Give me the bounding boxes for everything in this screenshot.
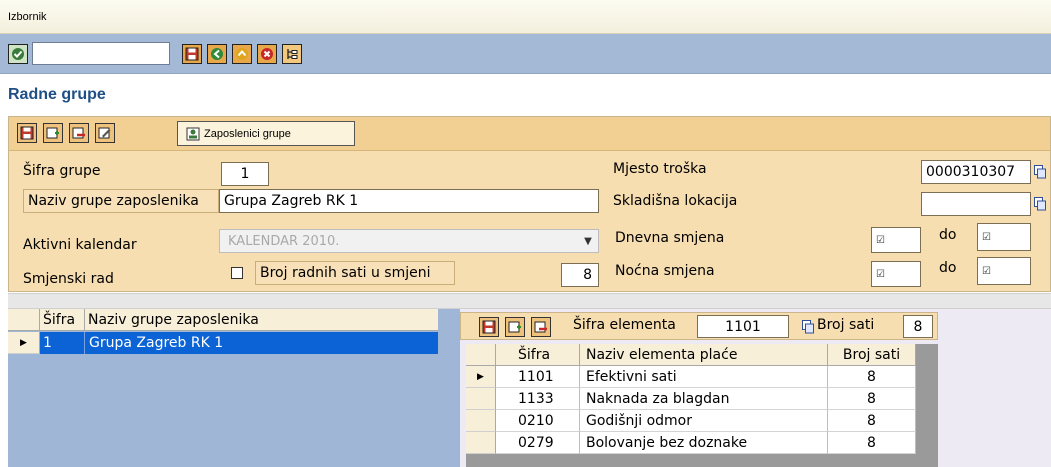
aktivni-kalendar-label: Aktivni kalendar xyxy=(23,237,137,253)
do-label: do xyxy=(939,260,957,276)
table-row[interactable]: 0279 Bolovanje bez doznake 8 xyxy=(466,432,916,454)
page-title: Radne grupe xyxy=(8,86,106,103)
delete-record-icon[interactable] xyxy=(69,123,89,143)
cell-broj-sati[interactable]: 8 xyxy=(828,410,916,432)
cell-sifra[interactable]: 0210 xyxy=(496,410,580,432)
mjesto-troska-label: Mjesto troška xyxy=(613,161,707,177)
row-indicator xyxy=(466,410,496,432)
dnevna-smjena-do-field[interactable]: ☑ xyxy=(977,223,1031,251)
elements-toolbar: Šifra elementa 1101 Broj sati 8 xyxy=(460,312,938,340)
table-row[interactable]: 1133 Naknada za blagdan 8 xyxy=(466,388,916,410)
cell-broj-sati[interactable]: 8 xyxy=(828,388,916,410)
column-sifra[interactable]: Šifra xyxy=(496,344,580,366)
nocna-smjena-do-field[interactable]: ☑ xyxy=(977,257,1031,285)
skladisna-lokacija-label: Skladišna lokacija xyxy=(613,193,738,209)
table-row[interactable]: ▶ 1 Grupa Zagreb RK 1 xyxy=(8,332,438,354)
cell-naziv[interactable]: Efektivni sati xyxy=(580,366,828,388)
broj-sati-field[interactable]: 8 xyxy=(903,315,933,338)
exit-icon[interactable] xyxy=(232,44,252,64)
lookup-icon[interactable] xyxy=(1034,165,1046,179)
main-toolbar xyxy=(0,34,1051,74)
delete-record-icon[interactable] xyxy=(531,317,551,337)
do-label: do xyxy=(939,227,957,243)
zaposlenici-grupe-button[interactable]: Zaposlenici grupe xyxy=(177,121,355,146)
smjenski-rad-checkbox[interactable] xyxy=(231,267,243,279)
cell-naziv[interactable]: Godišnji odmor xyxy=(580,410,828,432)
form-toolbar: Zaposlenici grupe xyxy=(9,117,1050,151)
cell-sifra[interactable]: 1 xyxy=(40,332,85,354)
cell-naziv[interactable]: Bolovanje bez doznake xyxy=(580,432,828,454)
cell-broj-sati[interactable]: 8 xyxy=(828,366,916,388)
row-pointer-icon: ▶ xyxy=(8,332,40,354)
skladisna-lokacija-field[interactable] xyxy=(921,192,1031,216)
broj-sati-label: Broj radnih sati u smjeni xyxy=(255,261,455,285)
broj-sati-label: Broj sati xyxy=(817,317,875,333)
mjesto-troska-field[interactable]: 0000310307 xyxy=(921,160,1031,184)
cell-naziv[interactable]: Grupa Zagreb RK 1 xyxy=(85,332,438,354)
add-record-icon[interactable] xyxy=(43,123,63,143)
table-row[interactable]: 0210 Godišnji odmor 8 xyxy=(466,410,916,432)
cell-broj-sati[interactable]: 8 xyxy=(828,432,916,454)
groups-grid-header: Šifra Naziv grupe zaposlenika xyxy=(8,309,438,331)
column-sifra[interactable]: Šifra xyxy=(40,309,85,330)
cell-sifra[interactable]: 1101 xyxy=(496,366,580,388)
cancel-icon[interactable] xyxy=(257,44,277,64)
elements-panel: Šifra elementa 1101 Broj sati 8 Šifra Na… xyxy=(460,309,1051,467)
group-icon xyxy=(186,127,200,140)
cell-sifra[interactable]: 1133 xyxy=(496,388,580,410)
row-indicator-header xyxy=(8,309,40,330)
cell-naziv[interactable]: Naknada za blagdan xyxy=(580,388,828,410)
sifra-grupe-field[interactable]: 1 xyxy=(221,162,269,186)
nocna-smjena-label: Noćna smjena xyxy=(615,263,715,279)
column-broj-sati[interactable]: Broj sati xyxy=(828,344,916,366)
elements-grid-header: Šifra Naziv elementa plaće Broj sati xyxy=(466,344,916,366)
broj-sati-field[interactable]: 8 xyxy=(561,263,599,287)
menu-bar: Izbornik xyxy=(0,0,1051,34)
zaposlenici-grupe-label: Zaposlenici grupe xyxy=(204,127,291,140)
cell-sifra[interactable]: 0279 xyxy=(496,432,580,454)
chevron-down-icon[interactable]: ▼ xyxy=(578,230,598,252)
nocna-smjena-od-field[interactable]: ☑ xyxy=(871,261,921,287)
naziv-grupe-field[interactable]: Grupa Zagreb RK 1 xyxy=(219,189,599,213)
column-naziv[interactable]: Naziv elementa plaće xyxy=(580,344,828,366)
check-icon[interactable] xyxy=(8,44,28,64)
command-input[interactable] xyxy=(32,42,170,65)
elements-grid: Šifra Naziv elementa plaće Broj sati ▶ 1… xyxy=(466,344,938,467)
row-indicator xyxy=(466,388,496,410)
save-icon[interactable] xyxy=(17,123,37,143)
row-pointer-icon: ▶ xyxy=(466,366,496,388)
edit-icon[interactable] xyxy=(95,123,115,143)
aktivni-kalendar-select[interactable]: KALENDAR 2010. ▼ xyxy=(219,229,599,253)
add-record-icon[interactable] xyxy=(505,317,525,337)
naziv-grupe-label: Naziv grupe zaposlenika xyxy=(23,189,219,213)
save-icon[interactable] xyxy=(479,317,499,337)
save-icon[interactable] xyxy=(182,44,202,64)
lookup-icon[interactable] xyxy=(802,320,814,334)
lookup-icon[interactable] xyxy=(1034,197,1046,211)
groups-grid: Šifra Naziv grupe zaposlenika ▶ 1 Grupa … xyxy=(8,309,460,467)
splitter[interactable] xyxy=(8,293,1051,309)
table-row[interactable]: ▶ 1101 Efektivni sati 8 xyxy=(466,366,916,388)
smjenski-rad-label: Smjenski rad xyxy=(23,271,114,287)
sifra-elementa-label: Šifra elementa xyxy=(573,317,676,333)
column-naziv[interactable]: Naziv grupe zaposlenika xyxy=(85,309,438,330)
row-indicator-header xyxy=(466,344,496,366)
back-icon[interactable] xyxy=(207,44,227,64)
sifra-elementa-field[interactable]: 1101 xyxy=(697,315,789,338)
menu-izbornik[interactable]: Izbornik xyxy=(8,11,47,23)
dnevna-smjena-label: Dnevna smjena xyxy=(615,230,725,246)
row-indicator xyxy=(466,432,496,454)
sifra-grupe-label: Šifra grupe xyxy=(23,163,101,179)
form-panel: Zaposlenici grupe Šifra grupe 1 Naziv gr… xyxy=(8,116,1051,292)
tree-icon[interactable] xyxy=(282,44,302,64)
dnevna-smjena-od-field[interactable]: ☑ xyxy=(871,227,921,253)
aktivni-kalendar-value: KALENDAR 2010. xyxy=(228,233,340,249)
